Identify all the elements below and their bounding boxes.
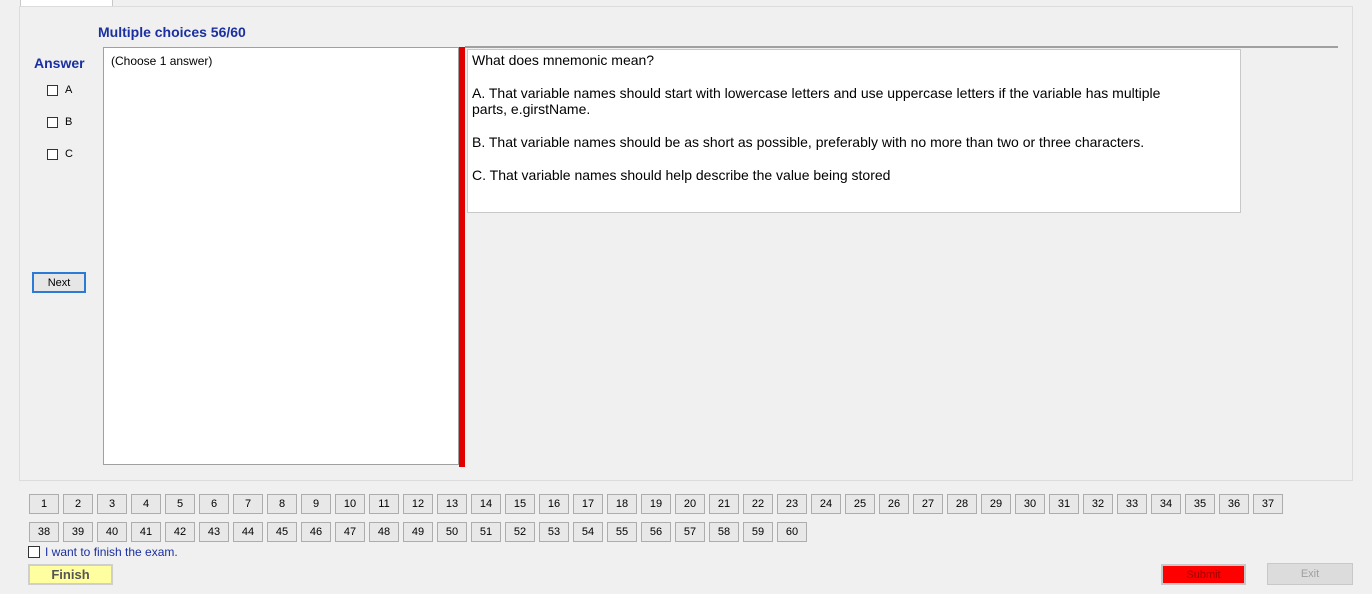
finish-confirm-label: I want to finish the exam. <box>45 545 178 559</box>
answer-label: Answer <box>34 55 85 71</box>
next-button[interactable]: Next <box>32 272 86 293</box>
submit-button[interactable]: Submit <box>1161 564 1246 585</box>
question-number-button[interactable]: 20 <box>675 494 705 514</box>
option-a-label: A <box>65 84 73 96</box>
question-number-button[interactable]: 37 <box>1253 494 1283 514</box>
question-number-button[interactable]: 33 <box>1117 494 1147 514</box>
option-c[interactable]: C <box>47 146 73 162</box>
choice-a-text: A. That variable names should start with… <box>472 85 1161 117</box>
question-title: What does mnemonic mean? <box>472 52 655 68</box>
question-number-button[interactable]: 60 <box>777 522 807 542</box>
question-number-button[interactable]: 46 <box>301 522 331 542</box>
divider-bar <box>459 47 465 467</box>
question-number-button[interactable]: 14 <box>471 494 501 514</box>
question-number-button[interactable]: 27 <box>913 494 943 514</box>
question-number-button[interactable]: 17 <box>573 494 603 514</box>
question-number-button[interactable]: 51 <box>471 522 501 542</box>
question-number-button[interactable]: 32 <box>1083 494 1113 514</box>
question-number-button[interactable]: 29 <box>981 494 1011 514</box>
option-a-checkbox[interactable] <box>47 84 58 96</box>
question-number-button[interactable]: 7 <box>233 494 263 514</box>
question-number-button[interactable]: 43 <box>199 522 229 542</box>
question-number-button[interactable]: 55 <box>607 522 637 542</box>
question-number-button[interactable]: 1 <box>29 494 59 514</box>
question-top-line <box>465 46 1338 48</box>
question-number-button[interactable]: 47 <box>335 522 365 542</box>
finish-confirm[interactable]: I want to finish the exam. <box>28 545 178 559</box>
question-number-button[interactable]: 18 <box>607 494 637 514</box>
question-number-button[interactable]: 42 <box>165 522 195 542</box>
question-number-button[interactable]: 57 <box>675 522 705 542</box>
choice-c-text: C. That variable names should help descr… <box>472 167 891 183</box>
question-number-button[interactable]: 3 <box>97 494 127 514</box>
option-a[interactable]: A <box>47 82 72 98</box>
answer-hint-box: (Choose 1 answer) <box>103 47 459 465</box>
question-number-button[interactable]: 53 <box>539 522 569 542</box>
question-number-button[interactable]: 6 <box>199 494 229 514</box>
question-nav-row-1: 1 2 3 4 5 6 7 8 9 10 11 12 13 14 15 16 17 18 19 20 21 22 23 24 2… <box>29 494 1283 514</box>
question-box: What does mnemonic mean? A. That variabl… <box>467 49 1241 213</box>
question-number-button[interactable]: 58 <box>709 522 739 542</box>
option-b-checkbox[interactable] <box>47 116 58 128</box>
question-number-button[interactable]: 24 <box>811 494 841 514</box>
question-number-button[interactable]: 45 <box>267 522 297 542</box>
question-number-button[interactable]: 36 <box>1219 494 1249 514</box>
question-number-button[interactable]: 22 <box>743 494 773 514</box>
question-number-button[interactable]: 12 <box>403 494 433 514</box>
exit-button[interactable]: Exit <box>1267 563 1353 585</box>
question-number-button[interactable]: 35 <box>1185 494 1215 514</box>
question-number-button[interactable]: 31 <box>1049 494 1079 514</box>
question-number-button[interactable]: 5 <box>165 494 195 514</box>
option-c-checkbox[interactable] <box>47 148 58 160</box>
question-number-button[interactable]: 40 <box>97 522 127 542</box>
question-number-button[interactable]: 50 <box>437 522 467 542</box>
question-number-button[interactable]: 56 <box>641 522 671 542</box>
choice-b-text: B. That variable names should be as shor… <box>472 134 1145 150</box>
question-number-button[interactable]: 9 <box>301 494 331 514</box>
question-number-button[interactable]: 41 <box>131 522 161 542</box>
question-number-button[interactable]: 13 <box>437 494 467 514</box>
question-number-button[interactable]: 39 <box>63 522 93 542</box>
question-number-button[interactable]: 48 <box>369 522 399 542</box>
question-number-button[interactable]: 23 <box>777 494 807 514</box>
option-b-label: B <box>65 116 73 128</box>
question-number-button[interactable]: 15 <box>505 494 535 514</box>
question-number-button[interactable]: 44 <box>233 522 263 542</box>
question-number-button[interactable]: 8 <box>267 494 297 514</box>
page-title: Multiple choices 56/60 <box>98 24 246 40</box>
finish-confirm-checkbox[interactable] <box>28 546 40 558</box>
option-c-label: C <box>65 148 73 160</box>
question-number-button[interactable]: 52 <box>505 522 535 542</box>
question-number-button[interactable]: 11 <box>369 494 399 514</box>
question-number-button[interactable]: 26 <box>879 494 909 514</box>
question-number-button[interactable]: 25 <box>845 494 875 514</box>
question-number-button[interactable]: 59 <box>743 522 773 542</box>
question-number-button[interactable]: 34 <box>1151 494 1181 514</box>
question-number-button[interactable]: 38 <box>29 522 59 542</box>
option-b[interactable]: B <box>47 114 72 130</box>
answer-hint-text: (Choose 1 answer) <box>111 54 213 68</box>
question-number-button[interactable]: 54 <box>573 522 603 542</box>
finish-button[interactable]: Finish <box>28 564 113 585</box>
question-number-button[interactable]: 16 <box>539 494 569 514</box>
question-number-button[interactable]: 30 <box>1015 494 1045 514</box>
question-number-button[interactable]: 4 <box>131 494 161 514</box>
question-number-button[interactable]: 28 <box>947 494 977 514</box>
question-number-button[interactable]: 10 <box>335 494 365 514</box>
question-number-button[interactable]: 21 <box>709 494 739 514</box>
question-nav-row-2: 38 39 40 41 42 43 44 45 46 47 48 49 50 51 52 53 54 55 56 57… <box>29 522 807 542</box>
question-number-button[interactable]: 19 <box>641 494 671 514</box>
question-number-button[interactable]: 49 <box>403 522 433 542</box>
question-number-button[interactable]: 2 <box>63 494 93 514</box>
